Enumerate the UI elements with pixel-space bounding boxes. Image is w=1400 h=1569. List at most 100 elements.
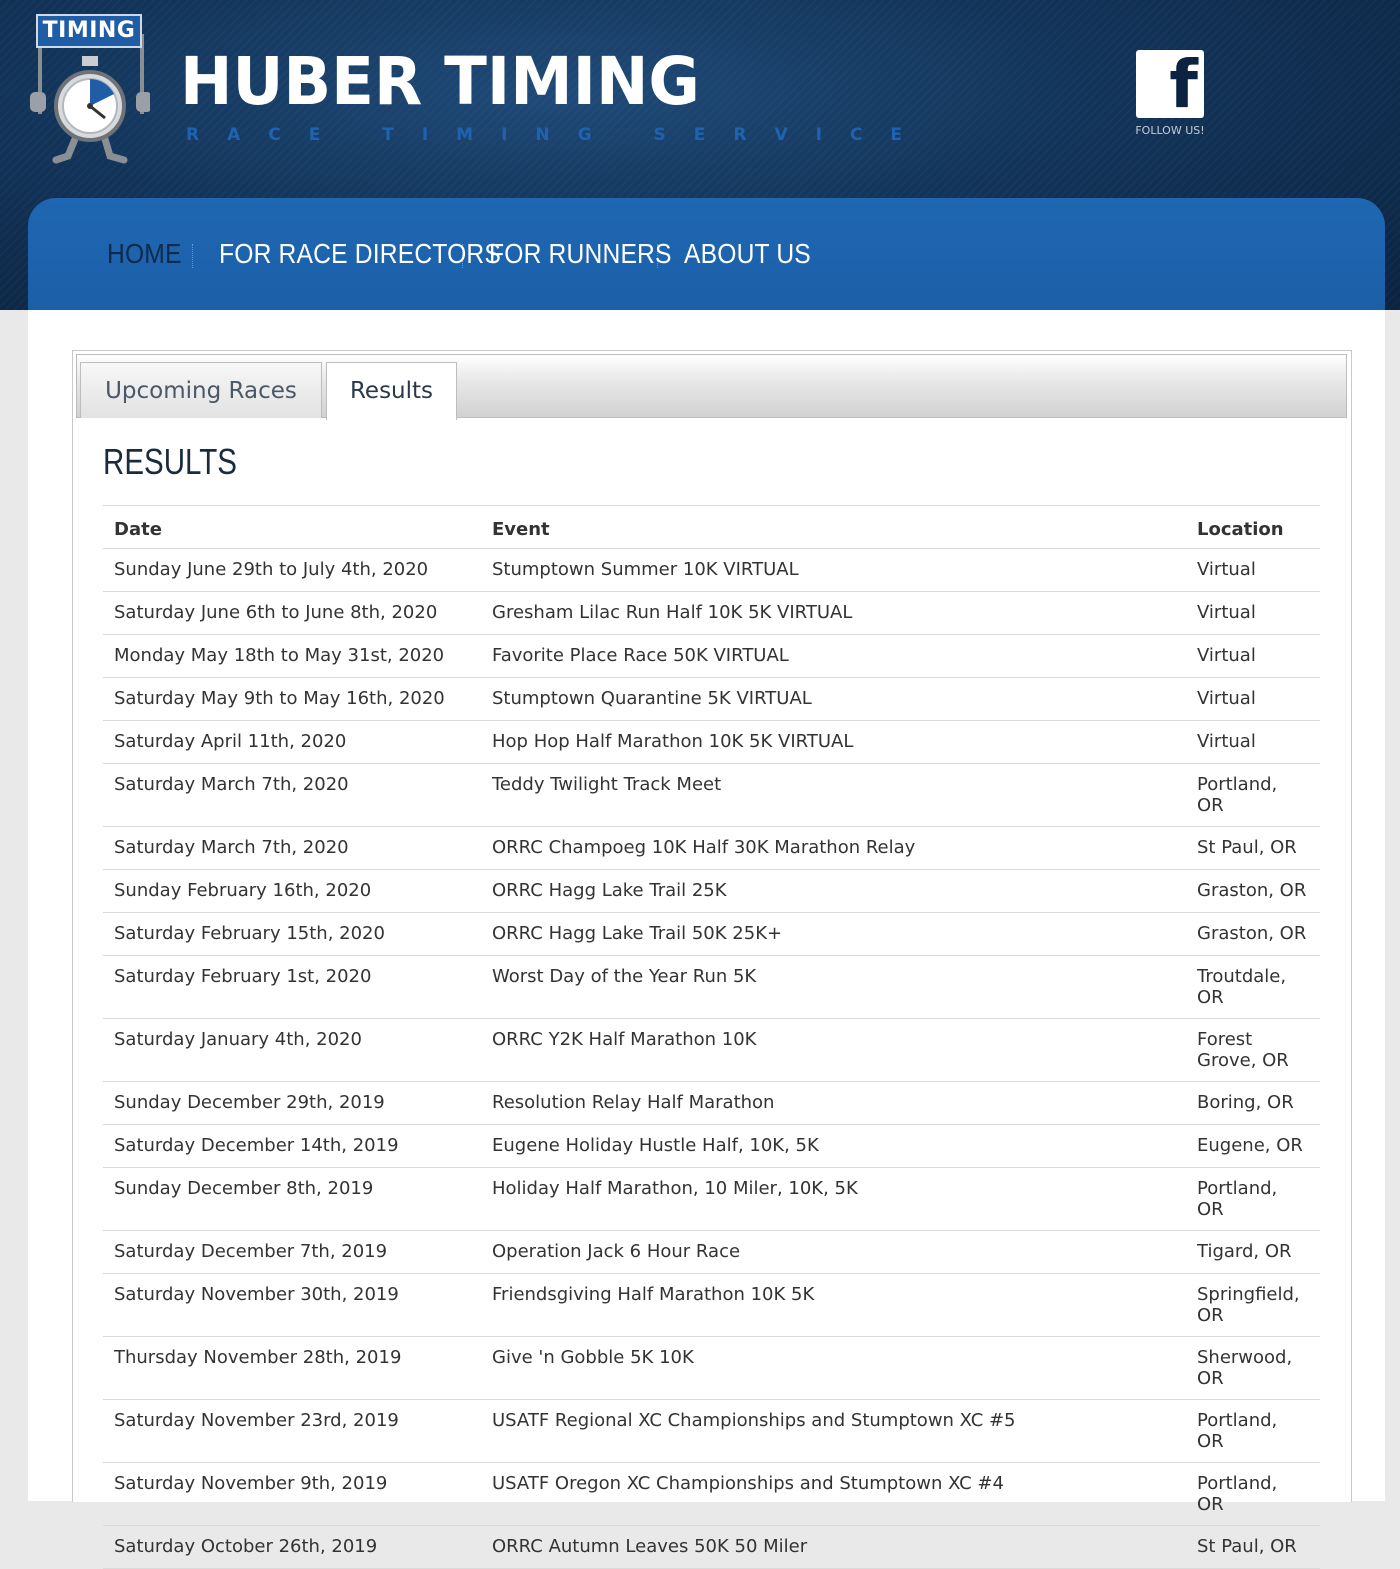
cell-date: Saturday January 4th, 2020 xyxy=(103,1018,481,1082)
cell-location: Graston, OR xyxy=(1186,912,1320,956)
cell-date: Saturday May 9th to May 16th, 2020 xyxy=(103,677,481,721)
results-heading: RESULTS xyxy=(103,441,237,482)
cell-date: Saturday December 7th, 2019 xyxy=(103,1230,481,1274)
cell-location: Tigard, OR xyxy=(1186,1230,1320,1274)
nav-about-us[interactable]: ABOUT US xyxy=(684,236,811,272)
table-row[interactable]: Saturday March 7th, 2020 Teddy Twilight T… xyxy=(103,763,1320,827)
nav-for-race-directors[interactable]: FOR RACE DIRECTORS xyxy=(219,236,501,272)
nav-home[interactable]: HOME xyxy=(107,236,182,272)
cell-event-link[interactable]: Favorite Place Race 50K VIRTUAL xyxy=(481,634,1186,678)
cell-location: Virtual xyxy=(1186,720,1320,764)
table-row[interactable]: Saturday January 4th, 2020 ORRC Y2K Half … xyxy=(103,1018,1320,1082)
table-row[interactable]: Saturday December 14th, 2019 Eugene Holid… xyxy=(103,1124,1320,1168)
table-row[interactable]: Sunday June 29th to July 4th, 2020 Stumpt… xyxy=(103,548,1320,592)
cell-location: Graston, OR xyxy=(1186,869,1320,913)
cell-date: Sunday February 16th, 2020 xyxy=(103,869,481,913)
table-row[interactable]: Saturday November 9th, 2019 USATF Oregon … xyxy=(103,1462,1320,1526)
cell-event-link[interactable]: Operation Jack 6 Hour Race xyxy=(481,1230,1186,1274)
table-row[interactable]: Saturday May 9th to May 16th, 2020 Stumpt… xyxy=(103,677,1320,721)
cell-location: Virtual xyxy=(1186,634,1320,678)
table-header-row: Date Event Location xyxy=(103,505,1320,549)
cell-event-link[interactable]: USATF Oregon XC Championships and Stumpt… xyxy=(481,1462,1186,1526)
cell-location: Virtual xyxy=(1186,677,1320,721)
cell-event-link[interactable]: Holiday Half Marathon, 10 Miler, 10K, 5K xyxy=(481,1167,1186,1231)
nav-for-runners[interactable]: FOR RUNNERS xyxy=(489,236,672,272)
table-row[interactable]: Thursday November 28th, 2019 Give 'n Gobb… xyxy=(103,1336,1320,1400)
cell-location: Portland, OR xyxy=(1186,1462,1320,1526)
table-row[interactable]: Monday May 18th to May 31st, 2020 Favorit… xyxy=(103,634,1320,678)
table-row[interactable]: Saturday March 7th, 2020 ORRC Champoeg 10… xyxy=(103,826,1320,870)
table-row[interactable]: Sunday December 29th, 2019 Resolution Rel… xyxy=(103,1081,1320,1125)
cell-date: Monday May 18th to May 31st, 2020 xyxy=(103,634,481,678)
table-row[interactable]: Sunday February 16th, 2020 ORRC Hagg Lake… xyxy=(103,869,1320,913)
cell-location: Portland, OR xyxy=(1186,1399,1320,1463)
cell-event-link[interactable]: Worst Day of the Year Run 5K xyxy=(481,955,1186,1019)
cell-event-link[interactable]: USATF Regional XC Championships and Stum… xyxy=(481,1399,1186,1463)
cell-location: Virtual xyxy=(1186,591,1320,635)
table-row[interactable]: Saturday April 11th, 2020 Hop Hop Half Ma… xyxy=(103,720,1320,764)
column-header-date: Date xyxy=(103,505,481,549)
table-row[interactable]: Saturday October 26th, 2019 ORRC Autumn L… xyxy=(103,1525,1320,1569)
tab-results[interactable]: Results xyxy=(326,362,457,420)
timing-flag: TIMING xyxy=(36,14,142,48)
cell-location: Virtual xyxy=(1186,548,1320,592)
cell-location: Springfield, OR xyxy=(1186,1273,1320,1337)
cell-location: Eugene, OR xyxy=(1186,1124,1320,1168)
cell-date: Sunday December 8th, 2019 xyxy=(103,1167,481,1231)
cell-date: Saturday April 11th, 2020 xyxy=(103,720,481,764)
table-row[interactable]: Saturday December 7th, 2019 Operation Jac… xyxy=(103,1230,1320,1274)
cell-event-link[interactable]: Teddy Twilight Track Meet xyxy=(481,763,1186,827)
cell-event-link[interactable]: ORRC Hagg Lake Trail 50K 25K+ xyxy=(481,912,1186,956)
cell-event-link[interactable]: Stumptown Summer 10K VIRTUAL xyxy=(481,548,1186,592)
nav-separator xyxy=(462,244,463,268)
table-row[interactable]: Saturday June 6th to June 8th, 2020 Gresh… xyxy=(103,591,1320,635)
table-row[interactable]: Saturday February 15th, 2020 ORRC Hagg La… xyxy=(103,912,1320,956)
facebook-follow-label[interactable]: FOLLOW US! xyxy=(1120,124,1220,137)
table-row[interactable]: Saturday November 23rd, 2019 USATF Region… xyxy=(103,1399,1320,1463)
cell-date: Saturday February 1st, 2020 xyxy=(103,955,481,1019)
cell-event-link[interactable]: Resolution Relay Half Marathon xyxy=(481,1081,1186,1125)
cell-event-link[interactable]: ORRC Hagg Lake Trail 25K xyxy=(481,869,1186,913)
cell-location: St Paul, OR xyxy=(1186,1525,1320,1569)
cell-event-link[interactable]: Stumptown Quarantine 5K VIRTUAL xyxy=(481,677,1186,721)
cell-event-link[interactable]: Gresham Lilac Run Half 10K 5K VIRTUAL xyxy=(481,591,1186,635)
cell-date: Saturday November 30th, 2019 xyxy=(103,1273,481,1337)
cell-date: Saturday February 15th, 2020 xyxy=(103,912,481,956)
cell-location: Forest Grove, OR xyxy=(1186,1018,1320,1082)
cell-date: Saturday March 7th, 2020 xyxy=(103,763,481,827)
cell-location: Boring, OR xyxy=(1186,1081,1320,1125)
column-header-event: Event xyxy=(481,505,1186,549)
brand-name[interactable]: HUBER TIMING xyxy=(180,42,700,122)
cell-date: Saturday November 9th, 2019 xyxy=(103,1462,481,1526)
cell-event-link[interactable]: Friendsgiving Half Marathon 10K 5K xyxy=(481,1273,1186,1337)
cell-location: St Paul, OR xyxy=(1186,826,1320,870)
cell-event-link[interactable]: Hop Hop Half Marathon 10K 5K VIRTUAL xyxy=(481,720,1186,764)
column-header-location: Location xyxy=(1186,505,1320,549)
cell-event-link[interactable]: Eugene Holiday Hustle Half, 10K, 5K xyxy=(481,1124,1186,1168)
cell-date: Sunday December 29th, 2019 xyxy=(103,1081,481,1125)
brand-tagline: RACE TIMING SERVICE xyxy=(186,125,931,145)
table-row[interactable]: Saturday February 1st, 2020 Worst Day of … xyxy=(103,955,1320,1019)
results-table: Date Event Location Sunday June 29th to … xyxy=(103,505,1320,1569)
cell-date: Saturday June 6th to June 8th, 2020 xyxy=(103,591,481,635)
nav-separator xyxy=(657,244,658,268)
table-row[interactable]: Saturday November 30th, 2019 Friendsgivin… xyxy=(103,1273,1320,1337)
nav-separator xyxy=(192,244,193,268)
cell-date: Saturday March 7th, 2020 xyxy=(103,826,481,870)
cell-location: Troutdale, OR xyxy=(1186,955,1320,1019)
cell-date: Sunday June 29th to July 4th, 2020 xyxy=(103,548,481,592)
facebook-icon[interactable]: f xyxy=(1136,50,1204,120)
tab-upcoming-races[interactable]: Upcoming Races xyxy=(80,362,322,418)
cell-date: Saturday October 26th, 2019 xyxy=(103,1525,481,1569)
cell-event-link[interactable]: ORRC Autumn Leaves 50K 50 Miler xyxy=(481,1525,1186,1569)
cell-location: Portland, OR xyxy=(1186,763,1320,827)
cell-location: Sherwood, OR xyxy=(1186,1336,1320,1400)
results-table-body: Sunday June 29th to July 4th, 2020 Stumpt… xyxy=(103,548,1320,1569)
cell-event-link[interactable]: Give 'n Gobble 5K 10K xyxy=(481,1336,1186,1400)
cell-event-link[interactable]: ORRC Y2K Half Marathon 10K xyxy=(481,1018,1186,1082)
cell-location: Portland, OR xyxy=(1186,1167,1320,1231)
table-row[interactable]: Sunday December 8th, 2019 Holiday Half Ma… xyxy=(103,1167,1320,1231)
cell-event-link[interactable]: ORRC Champoeg 10K Half 30K Marathon Rela… xyxy=(481,826,1186,870)
cell-date: Saturday November 23rd, 2019 xyxy=(103,1399,481,1463)
cell-date: Saturday December 14th, 2019 xyxy=(103,1124,481,1168)
